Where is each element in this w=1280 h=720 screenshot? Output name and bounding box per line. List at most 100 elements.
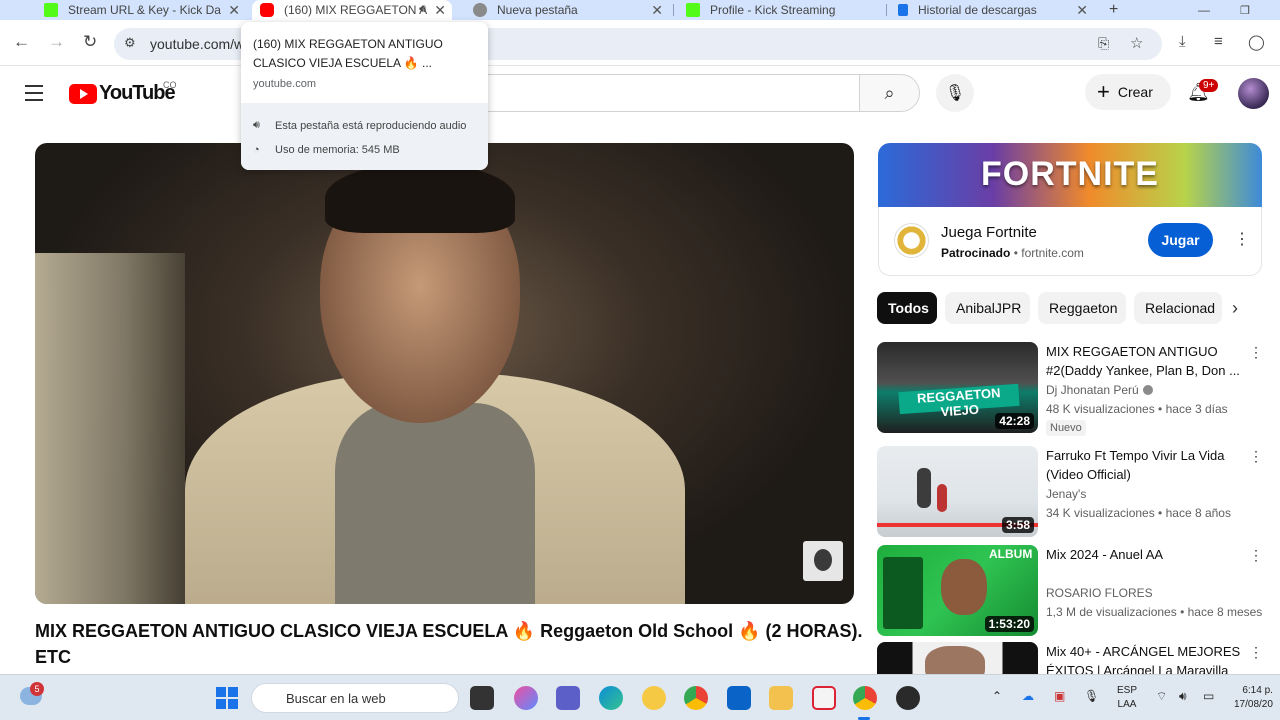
chip-all[interactable]: Todos [877, 292, 937, 324]
profile-icon[interactable]: ◯ [1248, 33, 1265, 51]
recommendation-channel[interactable]: ROSARIO FLORES [1046, 586, 1153, 600]
browser-toolbar: ← → ↻ ⚙ youtube.com/w ⎘ ☆ ⤓ ≡ ◯ [0, 20, 1280, 66]
hover-card-domain: youtube.com [253, 78, 316, 90]
ad-card[interactable]: Juega Fortnite Patrocinado • fortnite.co… [878, 207, 1262, 276]
tab-youtube[interactable]: (160) MIX REGGAETON A 🔊︎ ✕ [252, 0, 452, 20]
hamburger-menu-icon[interactable] [25, 85, 43, 106]
clock-time: 6:14 p. [1242, 685, 1273, 696]
chrome-icon[interactable] [853, 686, 877, 710]
taskbar-search-placeholder: Buscar en la web [286, 691, 386, 706]
create-button[interactable]: + Crear [1085, 74, 1171, 110]
chevron-right-icon[interactable]: › [1232, 298, 1238, 319]
downloads-icon[interactable]: ⤓ [1179, 33, 1186, 50]
volume-icon[interactable]: 🔊︎ [1179, 689, 1187, 704]
recommendation-item[interactable]: 3:58 Farruko Ft Tempo Vivir La Vida (Vid… [877, 446, 1272, 538]
thumbnail-face [941, 559, 987, 615]
search-input[interactable] [470, 74, 860, 112]
tab-close-icon[interactable]: ✕ [1076, 2, 1088, 19]
system-clock[interactable]: 6:14 p. 17/08/20 [1234, 684, 1273, 712]
tab-close-icon[interactable]: ✕ [228, 2, 240, 19]
new-tab-button[interactable]: + [1109, 0, 1118, 20]
thumbnail-art: ALBUM [989, 547, 1033, 561]
channel-watermark[interactable] [803, 541, 843, 581]
more-options-icon[interactable]: ⋮ [1249, 644, 1263, 661]
task-view-icon[interactable] [470, 686, 494, 710]
weather-badge: 5 [30, 682, 44, 696]
tab-downloads[interactable]: Historial de descargas ✕ [898, 0, 1088, 20]
ad-play-button[interactable]: Jugar [1148, 223, 1213, 257]
minimize-icon[interactable]: — [1198, 0, 1210, 20]
account-avatar[interactable] [1238, 78, 1269, 109]
recommendation-item[interactable]: ALBUM 1:53:20 Mix 2024 - Anuel AA ROSARI… [877, 545, 1272, 637]
new-badge: Nuevo [1046, 420, 1086, 436]
obs-icon[interactable] [896, 686, 920, 710]
url-text[interactable]: youtube.com/w [150, 36, 244, 52]
microphone-icon[interactable]: 🎙︎ [1084, 689, 1099, 703]
wifi-icon[interactable]: ⌔ [1156, 689, 1167, 704]
chip-reggaeton[interactable]: Reggaeton [1038, 292, 1126, 324]
recommendation-stats: 1,3 M de visualizaciones • hace 8 meses [1046, 605, 1263, 619]
youtube-logo[interactable]: YouTube [69, 82, 176, 105]
video-thumbnail[interactable]: REGGAETON VIEJO 42:28 [877, 342, 1038, 433]
app-icon[interactable] [642, 686, 666, 710]
recommendation-channel[interactable]: Jenay's [1046, 487, 1086, 501]
recommendation-title[interactable]: MIX REGGAETON ANTIGUO #2(Daddy Yankee, P… [1046, 342, 1246, 380]
search-icon: ⌕ [884, 83, 895, 103]
chip-related[interactable]: Relacionad [1134, 292, 1222, 324]
copilot-icon[interactable] [514, 686, 538, 710]
cast-icon[interactable]: ⎘ [1098, 35, 1109, 52]
taskbar-search-box[interactable]: Buscar en la web [251, 683, 459, 713]
tab-kick-profile[interactable]: Profile - Kick Streaming [686, 0, 876, 20]
chrome-icon[interactable] [684, 686, 708, 710]
edge-icon[interactable] [599, 686, 623, 710]
recommendation-item[interactable]: Mix 40+ - ARCÁNGEL MEJORES ÉXITOS | Arcá… [877, 642, 1272, 674]
video-thumbnail[interactable] [877, 642, 1038, 674]
ad-sponsored-label: Patrocinado [941, 246, 1011, 260]
chip-channel[interactable]: AnibalJPR [945, 292, 1030, 324]
tab-new-tab[interactable]: Nueva pestaña ✕ [473, 0, 663, 20]
forward-icon[interactable]: → [48, 32, 65, 52]
download-icon [898, 4, 908, 16]
calendar-icon[interactable]: ▣ [1054, 689, 1065, 703]
recommendation-title[interactable]: Mix 2024 - Anuel AA [1046, 545, 1246, 564]
chevron-up-icon[interactable]: ⌃ [992, 689, 1002, 703]
tab-title: Stream URL & Key - Kick Da [68, 3, 221, 17]
more-options-icon[interactable]: ⋮ [1249, 448, 1263, 465]
more-options-icon[interactable]: ⋮ [1234, 229, 1250, 249]
bookmark-star-icon[interactable]: ☆ [1130, 34, 1143, 52]
teams-icon[interactable] [556, 686, 580, 710]
ad-banner[interactable]: FORTNITE [878, 143, 1262, 207]
voice-search-button[interactable]: 🎙︎ [936, 74, 974, 112]
video-player[interactable] [35, 143, 854, 604]
tab-close-icon[interactable]: ✕ [651, 2, 663, 19]
reload-icon[interactable]: ↻ [83, 32, 97, 52]
outlook-icon[interactable] [727, 686, 751, 710]
video-thumbnail[interactable]: 3:58 [877, 446, 1038, 537]
windows-start-icon[interactable] [216, 687, 238, 709]
kick-icon [686, 3, 700, 17]
video-thumbnail[interactable]: ALBUM 1:53:20 [877, 545, 1038, 636]
battery-icon[interactable]: ▭ [1203, 689, 1214, 703]
speaker-icon[interactable]: 🔊︎ [419, 3, 426, 16]
recommendation-item[interactable]: REGGAETON VIEJO 42:28 MIX REGGAETON ANTI… [877, 342, 1272, 436]
tab-kick-stream-url[interactable]: Stream URL & Key - Kick Da ✕ [44, 0, 240, 20]
language-indicator[interactable]: ESP LAA [1117, 684, 1137, 712]
onedrive-icon[interactable]: ☁ [1022, 689, 1034, 703]
notification-count-badge: 9+ [1199, 79, 1219, 92]
recommendation-title[interactable]: Mix 40+ - ARCÁNGEL MEJORES ÉXITOS | Arcá… [1046, 642, 1246, 674]
recommendation-channel[interactable]: Dj Jhonatan Perú [1046, 383, 1153, 397]
video-frame-curtain [35, 253, 185, 604]
more-options-icon[interactable]: ⋮ [1249, 547, 1263, 564]
search-button[interactable]: ⌕ [859, 74, 920, 112]
snipping-tool-icon[interactable] [812, 686, 836, 710]
maximize-icon[interactable]: ❐ [1240, 0, 1250, 20]
recommendation-title[interactable]: Farruko Ft Tempo Vivir La Vida (Video Of… [1046, 446, 1246, 484]
media-control-icon[interactable]: ≡ [1214, 33, 1223, 50]
video-duration: 42:28 [995, 413, 1034, 429]
tab-close-icon[interactable]: ✕ [434, 2, 446, 19]
back-icon[interactable]: ← [13, 32, 30, 52]
more-options-icon[interactable]: ⋮ [1249, 344, 1263, 361]
speaker-icon: 🔊︎ [253, 119, 260, 131]
file-explorer-icon[interactable] [769, 686, 793, 710]
site-info-icon[interactable]: ⚙ [124, 35, 136, 51]
